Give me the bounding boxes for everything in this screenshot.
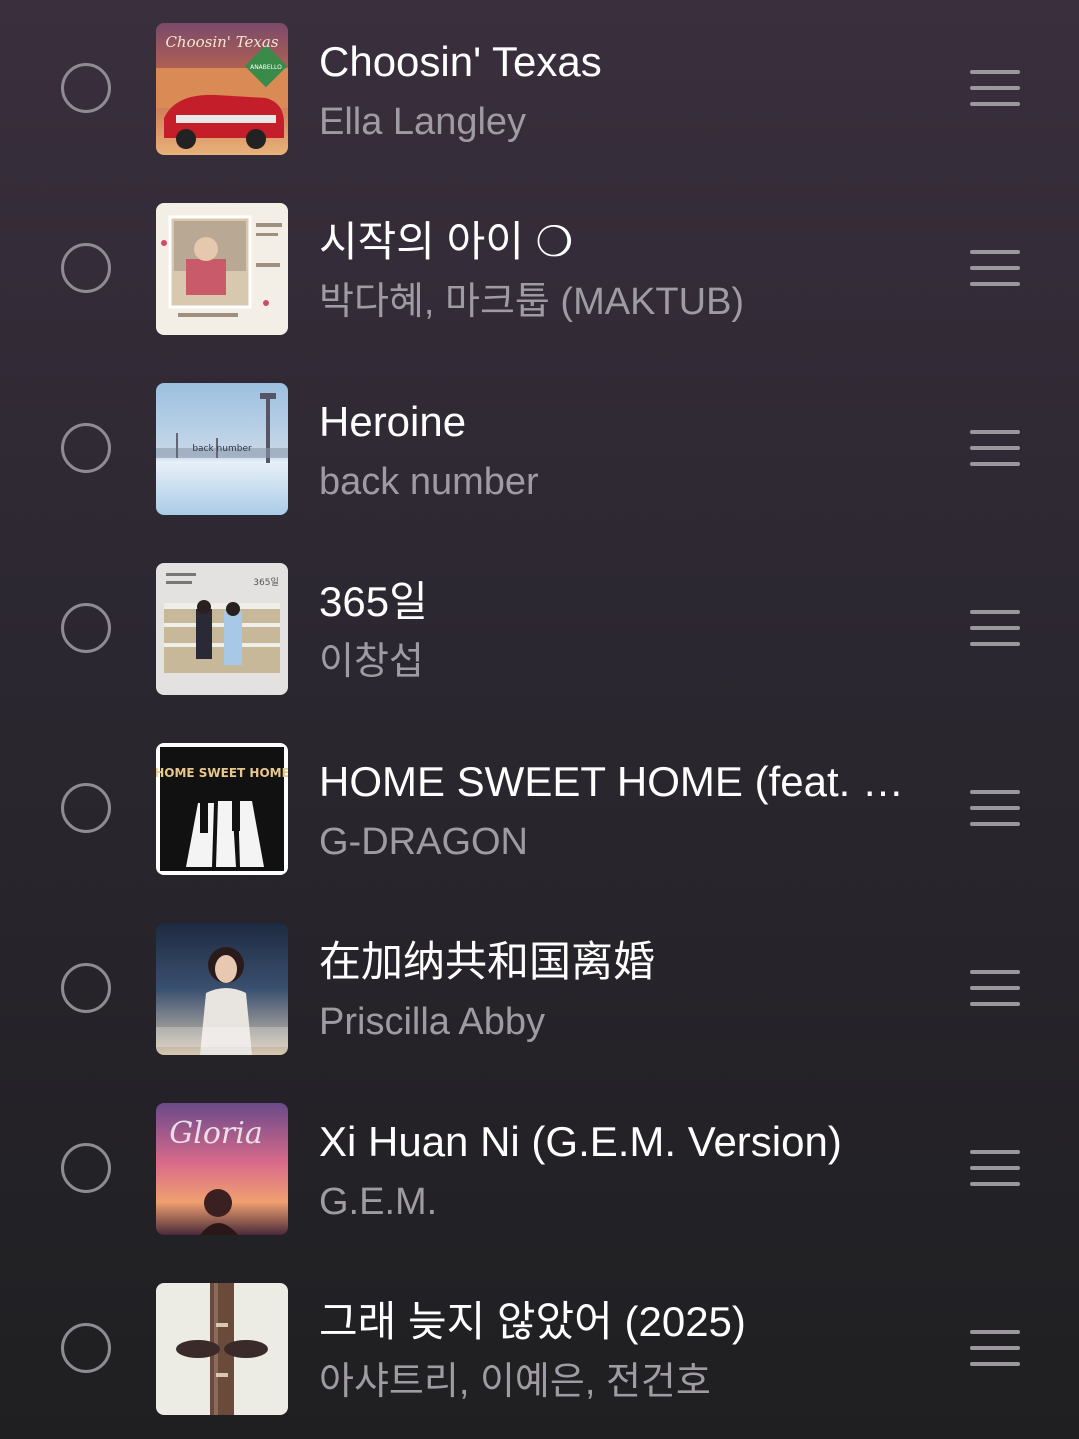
track-artist: Ella Langley [319, 101, 527, 143]
track-row[interactable]: 在加纳共和国离婚 Priscilla Abby [0, 900, 1079, 1080]
album-art: Choosin' Texas ANABELLO [156, 23, 288, 155]
drag-handle-icon[interactable] [970, 970, 1020, 1006]
track-row[interactable]: back number Heroine back number [0, 360, 1079, 540]
drag-handle-icon[interactable] [970, 250, 1020, 286]
track-row[interactable]: HOME SWEET HOME HOME SWEET HOME (feat. …… [0, 720, 1079, 900]
album-art: 365일 [156, 563, 288, 695]
track-artist: Priscilla Abby [319, 1001, 545, 1043]
track-row[interactable]: 365일 365일 이창섭 [0, 540, 1079, 720]
track-artist: back number [319, 461, 539, 503]
album-art [156, 1283, 288, 1415]
track-title: 365일 [319, 578, 428, 625]
track-title: 시작의 아이 ❍ [319, 218, 574, 265]
album-art-label: 365일 [253, 577, 278, 588]
radio-circle-icon[interactable] [61, 63, 111, 113]
radio-circle-icon[interactable] [61, 243, 111, 293]
track-artist: 박다혜, 마크툽 (MAKTUB) [319, 281, 745, 323]
track-title: Xi Huan Ni (G.E.M. Version) [319, 1118, 842, 1165]
track-artist: 이창섭 [319, 641, 424, 683]
track-row[interactable]: Choosin' Texas ANABELLO Choosin' Texas E… [0, 0, 1079, 180]
track-title: 그래 늦지 않았어 (2025) [319, 1298, 746, 1345]
album-art-label: Gloria [169, 1116, 262, 1151]
radio-circle-icon[interactable] [61, 603, 111, 653]
track-title: Choosin' Texas [319, 38, 602, 85]
drag-handle-icon[interactable] [970, 790, 1020, 826]
drag-handle-icon[interactable] [970, 1330, 1020, 1366]
track-title: Heroine [319, 398, 467, 445]
radio-circle-icon[interactable] [61, 1143, 111, 1193]
track-list: Choosin' Texas ANABELLO Choosin' Texas E… [0, 0, 1079, 1439]
album-art: back number [156, 383, 288, 515]
radio-circle-icon[interactable] [61, 423, 111, 473]
radio-circle-icon[interactable] [61, 1323, 111, 1373]
drag-handle-icon[interactable] [970, 1150, 1020, 1186]
drag-handle-icon[interactable] [970, 70, 1020, 106]
radio-circle-icon[interactable] [61, 783, 111, 833]
album-art-label: back number [192, 444, 252, 454]
track-title: HOME SWEET HOME (feat. … [319, 758, 904, 805]
track-row[interactable]: Gloria Xi Huan Ni (G.E.M. Version) G.E.M… [0, 1080, 1079, 1260]
drag-handle-icon[interactable] [970, 430, 1020, 466]
album-art [156, 203, 288, 335]
track-title: 在加纳共和国离婚 [319, 938, 656, 985]
drag-handle-icon[interactable] [970, 610, 1020, 646]
album-art-label: Choosin' Texas [165, 33, 278, 51]
track-artist: G-DRAGON [319, 821, 528, 863]
track-artist: G.E.M. [319, 1181, 438, 1223]
album-art-badge: ANABELLO [250, 64, 282, 71]
album-art: Gloria [156, 1103, 288, 1235]
album-art: HOME SWEET HOME [156, 743, 288, 875]
radio-circle-icon[interactable] [61, 963, 111, 1013]
track-artist: 아샤트리, 이예은, 전건호 [319, 1361, 711, 1403]
track-row[interactable]: 그래 늦지 않았어 (2025) 아샤트리, 이예은, 전건호 [0, 1260, 1079, 1439]
album-art [156, 923, 288, 1055]
album-art-label: HOME SWEET HOME [156, 766, 288, 780]
track-row[interactable]: 시작의 아이 ❍ 박다혜, 마크툽 (MAKTUB) [0, 180, 1079, 360]
